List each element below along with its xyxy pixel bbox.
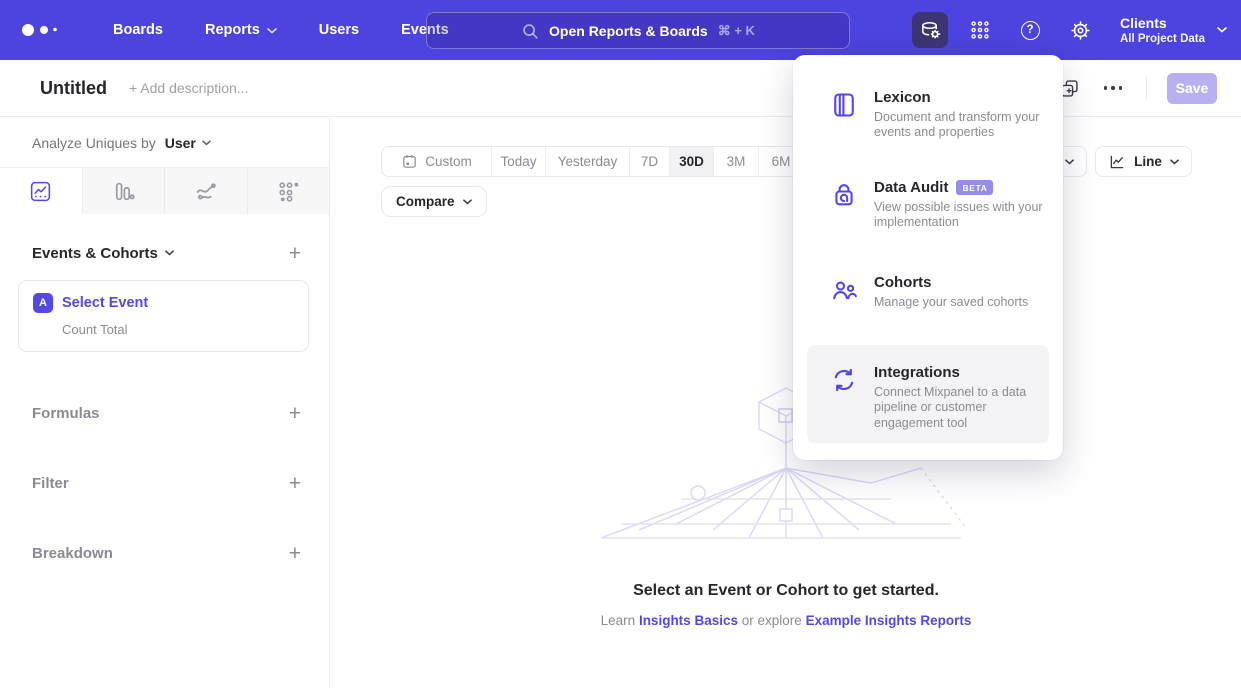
- menu-item-data-audit[interactable]: Data Audit BETA View possible issues wit…: [807, 179, 1049, 231]
- mixpanel-logo-icon[interactable]: [20, 19, 66, 41]
- range-3m[interactable]: 3M: [714, 147, 759, 176]
- chart-area: Custom Today Yesterday 7D 30D 3M 6M Comp…: [331, 118, 1241, 688]
- project-switcher[interactable]: Clients All Project Data: [1120, 15, 1227, 45]
- apps-grid-button[interactable]: [962, 12, 998, 48]
- retention-dots-icon: [276, 179, 301, 204]
- events-cohorts-toggle[interactable]: Events & Cohorts: [32, 245, 174, 262]
- menu-item-lexicon[interactable]: Lexicon Document and transform your even…: [807, 89, 1049, 141]
- chevron-down-icon: [165, 250, 174, 256]
- empty-state-links: Learn Insights Basics or explore Example…: [331, 613, 1241, 628]
- add-event-button[interactable]: +: [289, 243, 301, 264]
- filter-section: Filter +: [0, 448, 329, 518]
- filter-label: Filter: [32, 475, 69, 492]
- tab-flows[interactable]: [165, 168, 248, 214]
- report-title[interactable]: Untitled: [40, 78, 107, 99]
- range-7d[interactable]: 7D: [630, 147, 670, 176]
- add-breakdown-button[interactable]: +: [289, 543, 301, 564]
- org-name: Clients: [1120, 15, 1205, 33]
- insights-chart-icon: [28, 179, 53, 204]
- tab-insights[interactable]: [0, 168, 83, 214]
- range-custom[interactable]: Custom: [382, 147, 492, 176]
- cohorts-users-icon: [830, 276, 858, 304]
- nav-item-boards[interactable]: Boards: [113, 22, 163, 38]
- search-shortcut: ⌘ + K: [718, 23, 755, 39]
- data-audit-icon: [830, 181, 858, 209]
- range-30d[interactable]: 30D: [670, 147, 714, 176]
- project-name: All Project Data: [1120, 33, 1205, 45]
- analyze-prefix: Analyze Uniques by: [32, 135, 156, 151]
- chart-type-dropdown[interactable]: Line: [1095, 146, 1192, 177]
- tab-bar-chart[interactable]: [83, 168, 166, 214]
- flows-icon: [193, 179, 218, 204]
- question-circle-icon: ?: [1021, 21, 1040, 40]
- breakdown-section: Breakdown +: [0, 518, 329, 588]
- integrations-sync-icon: [830, 366, 858, 394]
- breakdown-label: Breakdown: [32, 545, 113, 562]
- chevron-down-icon: [463, 199, 472, 205]
- event-card[interactable]: A Select Event Count Total: [18, 280, 309, 352]
- range-yesterday[interactable]: Yesterday: [546, 147, 630, 176]
- compare-dropdown[interactable]: Compare: [381, 186, 487, 217]
- more-options-button[interactable]: [1100, 82, 1127, 94]
- tab-retention[interactable]: [248, 168, 330, 214]
- formulas-label: Formulas: [32, 405, 100, 422]
- date-range-picker: Custom Today Yesterday 7D 30D 3M 6M: [381, 146, 804, 177]
- settings-button[interactable]: [1062, 12, 1098, 48]
- mixpanel-insights-app: Boards Reports Users Events Open Reports…: [0, 0, 1241, 688]
- chevron-down-icon: [1065, 159, 1074, 165]
- header-divider: [1146, 77, 1147, 99]
- nav-item-users[interactable]: Users: [319, 22, 359, 38]
- chevron-down-icon: [267, 28, 277, 34]
- chart-type-tabs: [0, 167, 329, 214]
- add-formula-button[interactable]: +: [289, 403, 301, 424]
- add-filter-button[interactable]: +: [289, 473, 301, 494]
- add-description-field[interactable]: + Add description...: [129, 80, 248, 96]
- nine-dot-grid-icon: [969, 19, 991, 41]
- nav-right-cluster: ? Clients All Project Data: [912, 0, 1227, 60]
- event-letter-badge: A: [33, 293, 53, 313]
- global-search-input[interactable]: Open Reports & Boards ⌘ + K: [426, 12, 850, 49]
- search-placeholder: Open Reports & Boards: [549, 23, 708, 39]
- nav-item-reports[interactable]: Reports: [205, 22, 277, 38]
- select-event-button[interactable]: Select Event: [62, 295, 148, 311]
- line-chart-icon: [1108, 153, 1126, 171]
- search-icon: [521, 22, 539, 40]
- bar-chart-icon: [111, 179, 136, 204]
- chevron-down-icon: [202, 140, 211, 146]
- range-today[interactable]: Today: [492, 147, 546, 176]
- example-reports-link[interactable]: Example Insights Reports: [806, 613, 972, 628]
- analyze-by-dropdown[interactable]: User: [165, 135, 211, 151]
- calendar-icon: [401, 153, 418, 170]
- events-section-header: Events & Cohorts +: [0, 238, 329, 268]
- lexicon-book-icon: [830, 91, 858, 119]
- database-gear-icon: [919, 19, 942, 42]
- help-button[interactable]: ?: [1012, 12, 1048, 48]
- chevron-down-icon: [1170, 159, 1179, 165]
- query-builder-sidebar: Analyze Uniques by User: [0, 118, 330, 688]
- chevron-down-icon: [1217, 27, 1227, 33]
- data-management-menu: Lexicon Document and transform your even…: [793, 55, 1063, 460]
- beta-badge: BETA: [956, 180, 993, 195]
- formulas-section: Formulas +: [0, 378, 329, 448]
- analyze-row: Analyze Uniques by User: [0, 118, 329, 167]
- empty-state-title: Select an Event or Cohort to get started…: [331, 582, 1241, 600]
- menu-item-integrations[interactable]: Integrations Connect Mixpanel to a data …: [807, 364, 1049, 431]
- top-nav: Boards Reports Users Events Open Reports…: [0, 0, 1241, 60]
- gear-icon: [1069, 19, 1092, 42]
- insights-basics-link[interactable]: Insights Basics: [639, 613, 738, 628]
- menu-item-cohorts[interactable]: Cohorts Manage your saved cohorts: [807, 274, 1049, 310]
- data-management-button[interactable]: [912, 12, 948, 48]
- event-measurement[interactable]: Count Total: [62, 322, 294, 337]
- save-button[interactable]: Save: [1167, 73, 1217, 104]
